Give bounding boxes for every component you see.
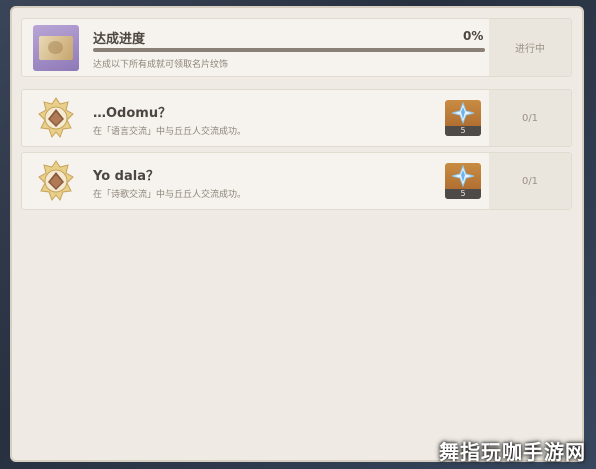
reward-count: 5 [445,189,481,199]
reward-count: 5 [445,126,481,136]
namecard-thumbnail [33,25,79,71]
achievement-badge-icon [38,97,74,138]
achievement-title: …Odomu？ [93,106,172,121]
summary-progress-bar [93,48,485,52]
reward-item[interactable]: 5 [445,100,481,136]
achievement-row[interactable]: Yo dala？ 在「诗歌交流」中与丘丘人交流成功。 5 0/1 [21,152,572,210]
summary-status: 进行中 [489,19,571,76]
achievement-title: Yo dala？ [93,169,159,184]
achievement-progress: 0/1 [489,90,571,146]
primogem-icon [451,164,475,188]
achievement-row[interactable]: …Odomu？ 在「语言交流」中与丘丘人交流成功。 5 0/1 [21,89,572,147]
summary-subtitle: 达成以下所有成就可领取名片纹饰 [93,60,229,70]
namecard-image [39,36,73,60]
summary-percent: 0% [463,29,484,43]
reward-item[interactable]: 5 [445,163,481,199]
achievement-description: 在「语言交流」中与丘丘人交流成功。 [93,127,247,137]
summary-card: 达成进度 0% 达成以下所有成就可领取名片纹饰 进行中 [21,18,572,77]
achievement-badge-icon [38,160,74,201]
summary-title: 达成进度 [93,32,146,47]
achievement-description: 在「诗歌交流」中与丘丘人交流成功。 [93,190,247,200]
achievement-progress: 0/1 [489,153,571,209]
watermark-text: 舞指玩咖手游网 [439,440,586,464]
primogem-icon [451,101,475,125]
